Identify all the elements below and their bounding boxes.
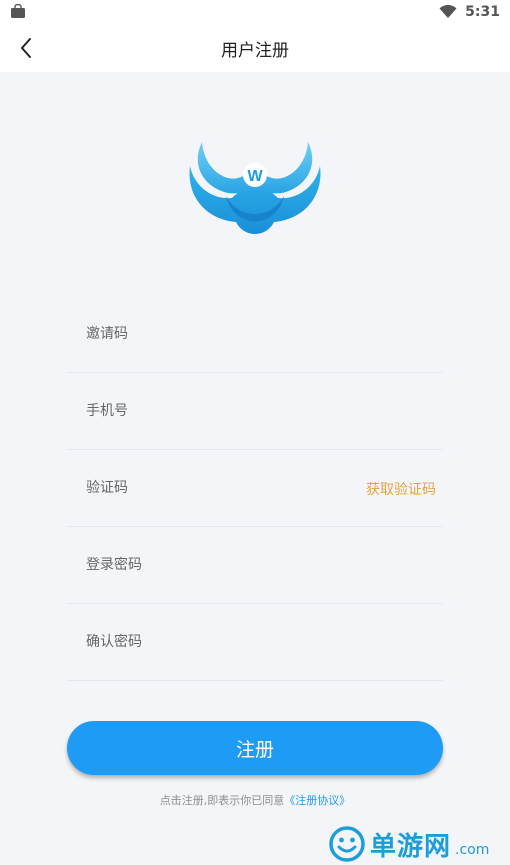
nav-bar: 用户注册 — [0, 24, 510, 72]
password-input[interactable] — [86, 553, 366, 577]
phone-input[interactable] — [86, 399, 366, 423]
register-button[interactable]: 注册 — [67, 721, 443, 775]
wifi-icon — [439, 5, 457, 18]
agreement-prefix: 点击注册,即表示你已同意 — [159, 794, 285, 807]
logo-letter: W — [247, 168, 263, 185]
watermark-text: 单游网 — [370, 831, 452, 862]
status-right: 5:31 — [439, 2, 500, 22]
confirm-password-row — [67, 604, 443, 681]
shopping-bag-icon — [11, 4, 25, 18]
page-title: 用户注册 — [221, 41, 289, 61]
watermark: 单游网 .com — [328, 824, 489, 864]
confirm-password-input[interactable] — [86, 630, 366, 654]
agreement-link[interactable]: 《注册协议》 — [284, 794, 350, 807]
agreement-text: 点击注册,即表示你已同意《注册协议》 — [0, 792, 510, 808]
invite-code-row — [67, 296, 443, 373]
watermark-suffix: .com — [455, 842, 490, 858]
smiley-logo-icon — [329, 826, 365, 862]
status-bar: 5:31 — [0, 0, 510, 24]
status-time: 5:31 — [465, 4, 500, 20]
password-row — [67, 527, 443, 604]
get-code-button[interactable]: 获取验证码 — [366, 479, 436, 499]
app-logo: W — [189, 142, 321, 234]
verification-code-input[interactable] — [86, 476, 366, 500]
registration-form: 获取验证码 — [67, 296, 443, 681]
invite-code-input[interactable] — [86, 322, 366, 346]
verification-code-row: 获取验证码 — [67, 450, 443, 527]
phone-row — [67, 373, 443, 450]
